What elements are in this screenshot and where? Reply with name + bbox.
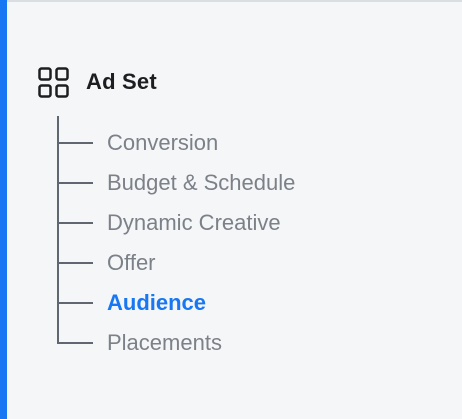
top-divider (0, 0, 462, 2)
nav-item-conversion[interactable]: Conversion (57, 128, 218, 158)
tree-connector (57, 262, 93, 264)
tree-connector (57, 222, 93, 224)
nav-item-label: Conversion (107, 130, 219, 155)
nav-item-offer[interactable]: Offer (57, 248, 156, 278)
ad-set-navigation-panel: Ad Set Conversion Budget & Schedule Dyna… (0, 0, 462, 419)
tree-connector (57, 342, 93, 344)
nav-item-audience[interactable]: Audience (57, 288, 206, 318)
nav-item-label: Dynamic Creative (107, 210, 281, 235)
nav-item-label: Placements (107, 330, 222, 355)
nav-item-budget-schedule[interactable]: Budget & Schedule (57, 168, 295, 198)
nav-item-label: Budget & Schedule (107, 170, 296, 195)
section-title: Ad Set (86, 69, 157, 94)
tree-connector (57, 142, 93, 144)
nav-item-placements[interactable]: Placements (57, 328, 222, 358)
nav-item-dynamic-creative[interactable]: Dynamic Creative (57, 208, 281, 238)
tree-connector (57, 302, 93, 304)
section-header-ad-set[interactable]: Ad Set (38, 66, 157, 98)
tree-connector (57, 182, 93, 184)
nav-item-label: Audience (107, 290, 207, 315)
grid-icon (38, 66, 69, 98)
nav-item-label: Offer (107, 250, 156, 275)
active-section-indicator (0, 0, 7, 419)
